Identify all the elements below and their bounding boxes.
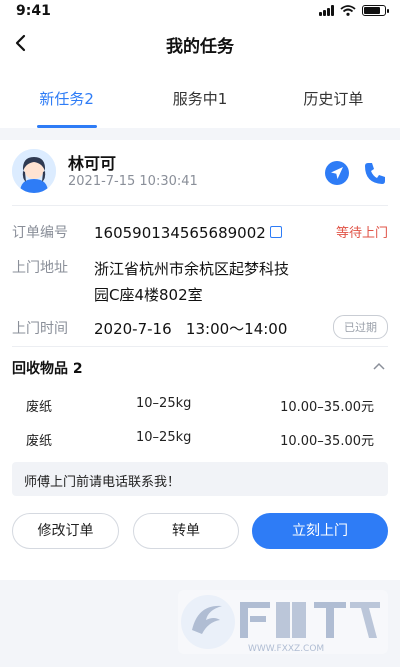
tab-new-tasks[interactable]: 新任务2 <box>0 64 133 128</box>
customer-row: 林可可 2021-7-15 10:30:41 <box>0 140 400 204</box>
wifi-icon <box>340 5 356 16</box>
visit-time-label: 上门时间 <box>12 321 68 337</box>
item-price: 10.00–35.00元 <box>280 434 374 449</box>
item-name: 废纸 <box>26 400 53 415</box>
modify-order-button[interactable]: 修改订单 <box>12 513 119 549</box>
copy-icon[interactable] <box>269 225 282 238</box>
address-line-1: 浙江省杭州市余杭区起梦科技 <box>94 260 290 278</box>
item-weight: 10–25kg <box>136 430 192 445</box>
item-price: 10.00–35.00元 <box>280 400 374 415</box>
customer-name: 林可可 <box>68 154 117 173</box>
order-created-time: 2021-7-15 10:30:41 <box>68 174 198 189</box>
avatar <box>12 149 56 193</box>
tab-bar: 新任务2 服务中1 历史订单 <box>0 64 400 128</box>
watermark-logo: WWW.FXXZ.COM <box>178 590 388 654</box>
signal-icon <box>319 5 334 16</box>
phone-call-button[interactable] <box>362 160 388 186</box>
tab-in-service[interactable]: 服务中1 <box>133 64 266 128</box>
item-name: 废纸 <box>26 434 53 449</box>
page-title: 我的任务 <box>166 37 234 57</box>
visit-now-button[interactable]: 立刻上门 <box>252 513 388 549</box>
address-value: 浙江省杭州市余杭区起梦科技 园C座4楼802室 <box>94 256 289 308</box>
order-number-value: 160590134565689002 <box>94 221 282 246</box>
divider <box>12 205 388 206</box>
status-bar: 9:41 <box>0 0 400 22</box>
address-label: 上门地址 <box>12 260 68 276</box>
tab-history-orders[interactable]: 历史订单 <box>267 64 400 128</box>
expired-badge: 已过期 <box>333 315 388 339</box>
recycle-items-title: 回收物品 2 <box>12 361 83 377</box>
avatar-illustration-icon <box>12 149 56 193</box>
status-badge: 等待上门 <box>335 226 388 241</box>
address-line-2: 园C座4楼802室 <box>94 286 203 304</box>
battery-icon <box>362 5 389 16</box>
order-number-text: 160590134565689002 <box>94 224 266 242</box>
recycle-items-header[interactable]: 回收物品 2 <box>12 358 388 378</box>
navigate-button[interactable] <box>324 160 350 186</box>
divider <box>12 346 388 347</box>
action-buttons: 修改订单 转单 立刻上门 <box>12 513 388 549</box>
item-weight: 10–25kg <box>136 396 192 411</box>
transfer-order-button[interactable]: 转单 <box>133 513 239 549</box>
order-number-label: 订单编号 <box>12 225 68 241</box>
nav-bar: 我的任务 <box>0 22 400 64</box>
customer-note: 师傅上门前请电话联系我！ <box>12 462 388 496</box>
chevron-up-icon[interactable] <box>372 360 386 374</box>
status-icons <box>319 5 389 16</box>
visit-time-value: 2020-7-16 13:00～14:00 <box>94 320 288 338</box>
status-time: 9:41 <box>16 3 51 19</box>
watermark-site-text: WWW.FXXZ.COM <box>248 644 324 654</box>
order-card: 林可可 2021-7-15 10:30:41 订单编号 160590134565… <box>0 140 400 580</box>
